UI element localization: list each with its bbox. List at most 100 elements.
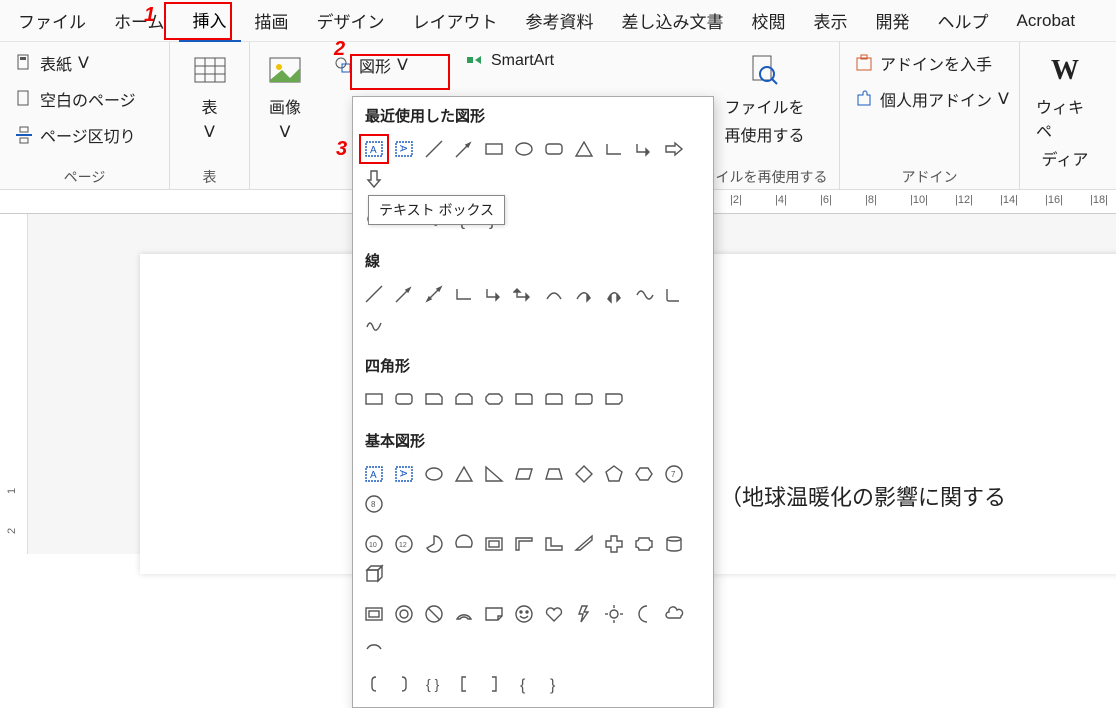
ruler-mark: |2|: [730, 194, 742, 206]
tab-design[interactable]: デザイン: [303, 0, 399, 41]
tab-developer[interactable]: 開発: [862, 0, 924, 41]
tab-acrobat[interactable]: Acrobat: [1003, 3, 1090, 39]
basic-triangle[interactable]: [449, 459, 479, 489]
basic-smiley[interactable]: [509, 599, 539, 629]
basic-bevel[interactable]: [359, 599, 389, 629]
rect-8[interactable]: [569, 384, 599, 414]
table-button[interactable]: 表 ᐯ: [185, 48, 235, 146]
page-break-button[interactable]: ページ区切り: [10, 120, 140, 150]
line-6[interactable]: [509, 279, 539, 309]
basic-textbox-v[interactable]: A: [389, 459, 419, 489]
tab-home[interactable]: ホーム: [100, 0, 179, 41]
tab-file[interactable]: ファイル: [4, 0, 100, 41]
basic-textbox[interactable]: A: [359, 459, 389, 489]
tab-draw[interactable]: 描画: [241, 0, 303, 41]
line-4[interactable]: [449, 279, 479, 309]
basic-heptagon[interactable]: 7: [659, 459, 689, 489]
basic-hexagon[interactable]: [629, 459, 659, 489]
line-2[interactable]: [389, 279, 419, 309]
rect-2[interactable]: [389, 384, 419, 414]
basic-cube2[interactable]: [359, 559, 389, 589]
basic-brace-r[interactable]: }: [539, 669, 569, 699]
line-9[interactable]: [599, 279, 629, 309]
shape-line[interactable]: [419, 134, 449, 164]
shape-rectangle[interactable]: [479, 134, 509, 164]
basic-octagon[interactable]: 8: [359, 489, 389, 519]
basic-moon[interactable]: [629, 599, 659, 629]
shape-elbow-arrow[interactable]: [629, 134, 659, 164]
basic-bracket-r[interactable]: [389, 669, 419, 699]
basic-foldedcorner[interactable]: [479, 599, 509, 629]
blank-page-button[interactable]: 空白のページ: [10, 84, 140, 114]
basic-brace-pair[interactable]: { }: [419, 669, 449, 699]
basic-trapezoid[interactable]: [539, 459, 569, 489]
svg-text:7: 7: [671, 470, 676, 479]
tab-help[interactable]: ヘルプ: [924, 0, 1003, 41]
basic-sun[interactable]: [599, 599, 629, 629]
tab-insert[interactable]: 挿入: [179, 0, 241, 43]
basic-bracket-sq-r[interactable]: [479, 669, 509, 699]
recent-shapes-row: A A: [353, 132, 713, 202]
basic-rtriangle[interactable]: [479, 459, 509, 489]
basic-heart[interactable]: [539, 599, 569, 629]
shapes-button[interactable]: 図形 ᐯ: [324, 48, 417, 82]
svg-text:A: A: [397, 145, 408, 152]
tab-mailings[interactable]: 差し込み文書: [608, 0, 738, 41]
tab-view[interactable]: 表示: [800, 0, 862, 41]
shape-rounded-rect[interactable]: [539, 134, 569, 164]
line-12[interactable]: [359, 309, 389, 339]
group-tables-label: 表: [180, 163, 239, 187]
line-8[interactable]: [569, 279, 599, 309]
rect-4[interactable]: [449, 384, 479, 414]
line-3[interactable]: [419, 279, 449, 309]
wikipedia-button[interactable]: W ウィキペ ディア: [1030, 48, 1100, 174]
basic-parallelogram[interactable]: [509, 459, 539, 489]
basic-pentagon[interactable]: [599, 459, 629, 489]
basic-bracket-sq-l[interactable]: [449, 669, 479, 699]
shape-l-connector[interactable]: [599, 134, 629, 164]
basic-arc[interactable]: [359, 629, 389, 659]
basic-donut[interactable]: [389, 599, 419, 629]
rect-1[interactable]: [359, 384, 389, 414]
line-5[interactable]: [479, 279, 509, 309]
group-pages-label: ページ: [10, 163, 159, 187]
reuse-l2: 再使用する: [724, 122, 804, 146]
reuse-files-button[interactable]: ファイルを 再使用する: [718, 48, 810, 150]
my-addins-label: 個人用アドイン: [880, 87, 992, 111]
svg-text:A: A: [397, 470, 408, 477]
basic-brace-l[interactable]: {: [509, 669, 539, 699]
shape-block-arrow-down[interactable]: [359, 164, 389, 194]
get-addins-button[interactable]: アドインを入手: [850, 48, 1013, 78]
rect-5[interactable]: [479, 384, 509, 414]
cover-page-button[interactable]: 表紙 ᐯ: [10, 48, 140, 78]
shape-oval[interactable]: [509, 134, 539, 164]
line-1[interactable]: [359, 279, 389, 309]
my-addins-button[interactable]: 個人用アドイン ᐯ: [850, 84, 1013, 114]
vertical-ruler: 1 2: [0, 214, 28, 554]
shape-triangle[interactable]: [569, 134, 599, 164]
basic-lightning[interactable]: [569, 599, 599, 629]
line-7[interactable]: [539, 279, 569, 309]
basic-bracket-l[interactable]: [359, 669, 389, 699]
shape-line-arrow[interactable]: [449, 134, 479, 164]
ruler-mark: |10|: [910, 194, 928, 206]
tab-references[interactable]: 参考資料: [512, 0, 608, 41]
line-11[interactable]: [659, 279, 689, 309]
rect-3[interactable]: [419, 384, 449, 414]
basic-diamond[interactable]: [569, 459, 599, 489]
basic-cloud[interactable]: [659, 599, 689, 629]
tab-layout[interactable]: レイアウト: [399, 0, 512, 41]
basic-oval[interactable]: [419, 459, 449, 489]
basic-noentry[interactable]: [419, 599, 449, 629]
shape-textbox[interactable]: A: [359, 134, 389, 164]
rect-7[interactable]: [539, 384, 569, 414]
line-10[interactable]: [629, 279, 659, 309]
basic-blockarc[interactable]: [449, 599, 479, 629]
shape-block-arrow-right[interactable]: [659, 134, 689, 164]
shape-textbox-vertical[interactable]: A: [389, 134, 419, 164]
pictures-button[interactable]: 画像 ᐯ: [260, 48, 310, 146]
rect-9[interactable]: [599, 384, 629, 414]
tab-review[interactable]: 校閲: [738, 0, 800, 41]
rect-6[interactable]: [509, 384, 539, 414]
smartart-button[interactable]: SmartArt: [461, 48, 558, 74]
